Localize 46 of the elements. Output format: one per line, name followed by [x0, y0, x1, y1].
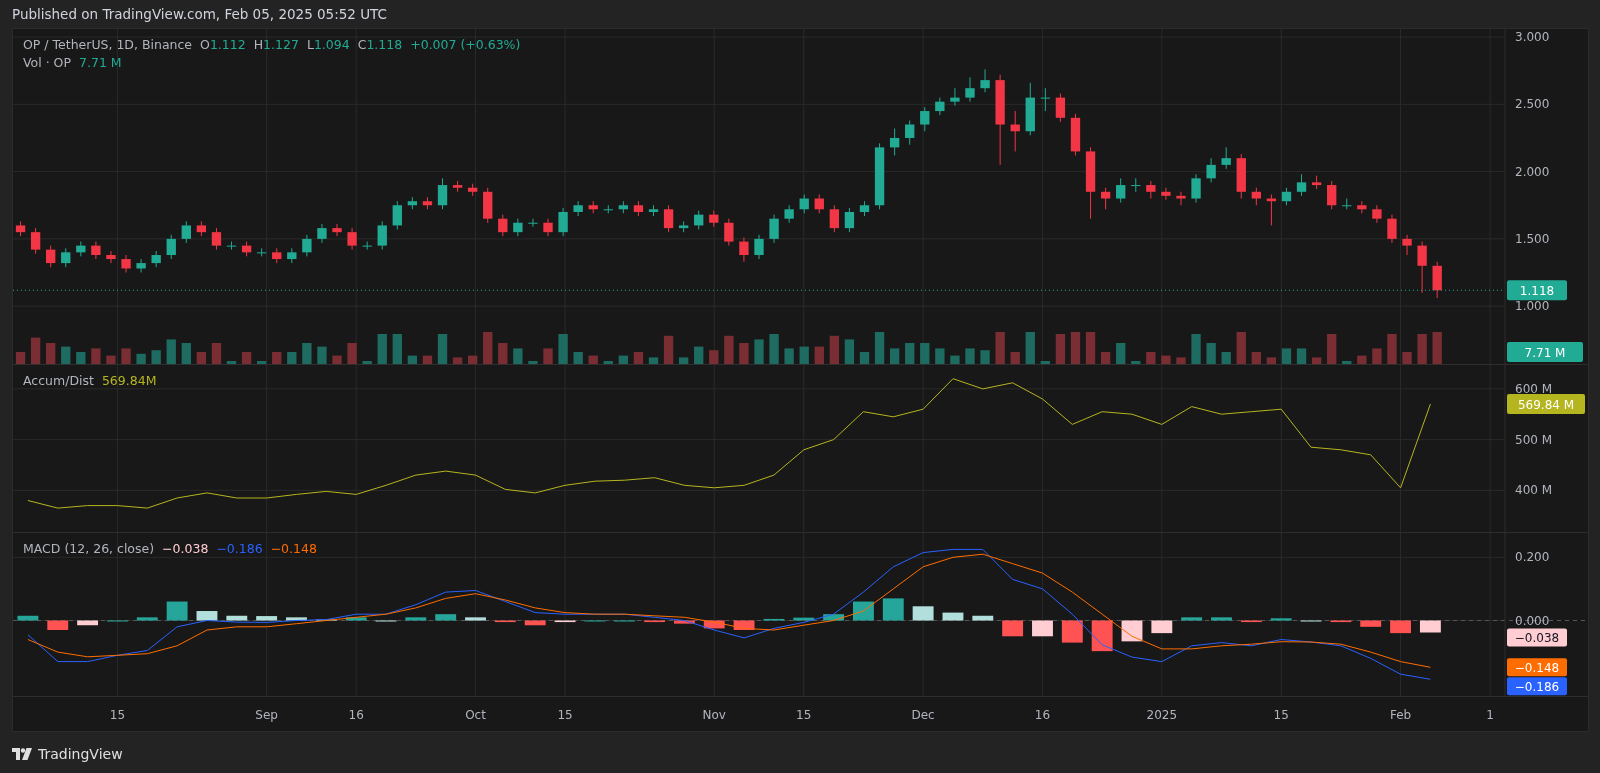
axis-label: 3.000	[1515, 30, 1550, 45]
axis-label: Dec	[911, 708, 935, 722]
axis-label: Feb	[1389, 708, 1412, 722]
volume-legend-value: 7.71 M	[79, 55, 122, 70]
indicator-value: 569.84M	[101, 373, 157, 388]
axis-label: 15	[109, 708, 126, 722]
indicator-name: MACD (12, 26, close)	[23, 541, 155, 556]
axis-label: 16	[348, 708, 364, 722]
brand-name: TradingView	[38, 745, 123, 762]
axis-label: 0.200	[1515, 550, 1550, 565]
indicator-name: Accum/Dist	[23, 373, 94, 388]
axis-label: 2025	[1146, 708, 1178, 722]
volume-legend-label: Vol · OP	[23, 55, 71, 70]
indicator-tag: −0.038	[1507, 628, 1567, 647]
axis-label: Nov	[702, 708, 726, 722]
axis-label: 400 M	[1515, 483, 1553, 498]
indicator-value: −0.148	[270, 541, 317, 556]
ref-line-label: 1.118	[1519, 284, 1555, 299]
volume-tag: 7.71 M	[1507, 342, 1583, 362]
axis-label: Sep	[255, 708, 278, 722]
axis-label: 2.000	[1515, 164, 1550, 179]
axis-label: 16	[1034, 708, 1051, 722]
ohlc-value: L1.094	[306, 37, 350, 52]
axis-label: 2.500	[1515, 97, 1550, 112]
change-value: +0.007 (+0.63%)	[410, 37, 521, 52]
indicator-tag: −0.186	[1507, 677, 1567, 696]
ohlc-value: C1.118	[357, 37, 403, 52]
axis-label: 600 M	[1515, 381, 1553, 396]
axis-label: Oct	[465, 708, 486, 722]
indicator-value: −0.038	[162, 541, 209, 556]
published-note: Published on TradingView.com, Feb 05, 2025 05:52 UTC	[12, 6, 387, 22]
ohlc-value: O1.112	[200, 37, 246, 52]
indicator-value: −0.186	[216, 541, 263, 556]
ohlc-value: H1.127	[253, 37, 299, 52]
axis-label: 15	[557, 708, 573, 722]
axis-label: 15	[1273, 708, 1289, 722]
indicator-tag: −0.148	[1507, 658, 1567, 677]
axis-label: 500 M	[1515, 432, 1553, 447]
indicator-tag: 569.84 M	[1507, 394, 1585, 415]
axis-label: 0.000	[1515, 613, 1550, 628]
symbol-label: OP / TetherUS, 1D, Binance	[23, 37, 193, 52]
axis-label: 1.500	[1515, 231, 1550, 246]
axis-label: 15	[796, 708, 812, 722]
axis-label: 1.000	[1515, 299, 1550, 314]
axis-label: 1	[1486, 708, 1494, 722]
price-tag: 1.118	[1507, 280, 1567, 301]
